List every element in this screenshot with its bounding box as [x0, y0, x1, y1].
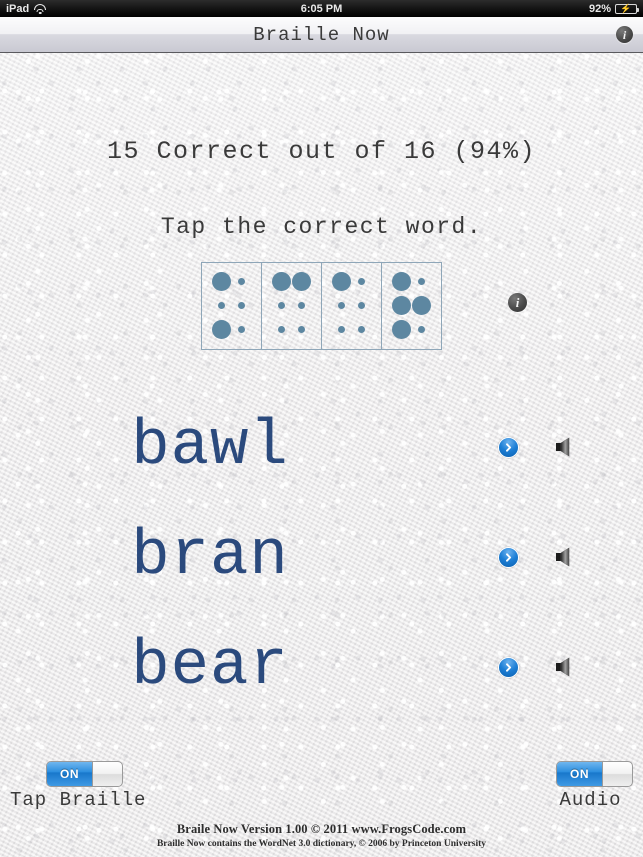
status-bar-center: 6:05 PM [0, 0, 643, 17]
braille-cell[interactable] [261, 262, 322, 350]
braille-cell-group[interactable] [201, 262, 442, 350]
speaker-icon[interactable] [555, 657, 579, 677]
word-choice-button[interactable]: bran [0, 525, 420, 589]
app-title: Braille Now [253, 23, 390, 46]
braille-dot-5 [358, 301, 366, 309]
tap-braille-toggle-state: ON [47, 762, 92, 786]
audio-label: Audio [559, 789, 622, 811]
score-text: 15 Correct out of 16 (94%) [106, 137, 537, 166]
braille-cell[interactable] [321, 262, 382, 350]
toggle-knob[interactable] [602, 762, 632, 786]
tap-braille-toggle[interactable]: ON [46, 761, 123, 787]
braille-info-button[interactable]: i [508, 293, 527, 312]
braille-dot-3 [211, 319, 231, 339]
braille-dot-1 [391, 271, 411, 291]
speaker-icon[interactable] [555, 437, 579, 457]
braille-dot-4 [238, 277, 246, 285]
braille-dot-2 [337, 301, 345, 309]
clock: 6:05 PM [300, 2, 343, 15]
title-bar: Braille Now i [0, 17, 643, 53]
braille-dot-1 [271, 271, 291, 291]
speaker-icon[interactable] [555, 547, 579, 567]
audio-toggle[interactable]: ON [556, 761, 633, 787]
main-content: 15 Correct out of 16 (94%) Tap the corre… [0, 137, 643, 722]
braille-dot-6 [358, 325, 366, 333]
braille-dot-4 [292, 271, 312, 291]
braille-dot-6 [238, 325, 246, 333]
status-bar-right: 92% ⚡ [588, 2, 639, 15]
braille-dot-4 [418, 277, 426, 285]
wifi-icon [34, 3, 47, 14]
word-choice-button[interactable]: bear [0, 635, 420, 699]
footer: Braile Now Version 1.00 © 2011 www.Frogs… [0, 822, 643, 849]
tap-braille-label: Tap Braille [10, 789, 147, 811]
word-choice-list: bawl bran bear [0, 392, 643, 722]
navbar-info-button[interactable]: i [616, 26, 633, 44]
braille-cell[interactable] [201, 262, 262, 350]
braille-dot-1 [331, 271, 351, 291]
toggle-knob[interactable] [92, 762, 122, 786]
app-root: iPad 6:05 PM 92% ⚡ Braille Now i 15 Corr… [0, 0, 643, 857]
braille-dot-5 [412, 295, 432, 315]
tap-braille-control: ON Tap Braille [10, 761, 146, 811]
footer-dictionary-line: Braille Now contains the WordNet 3.0 dic… [156, 839, 487, 849]
battery-percent: 92% [588, 2, 611, 15]
device-name: iPad [6, 2, 30, 15]
battery-charging-icon: ⚡ [615, 3, 639, 14]
braille-dot-5 [298, 301, 306, 309]
braille-dot-5 [238, 301, 246, 309]
chevron-right-icon[interactable] [498, 436, 519, 458]
braille-question: i [0, 262, 643, 350]
braille-dot-6 [298, 325, 306, 333]
word-choice-row: bear [0, 612, 643, 722]
info-icon: i [508, 293, 527, 312]
braille-cell[interactable] [381, 262, 442, 350]
braille-dot-3 [337, 325, 345, 333]
braille-dot-2 [391, 295, 411, 315]
status-bar-left: iPad [6, 2, 47, 15]
braille-dot-1 [211, 271, 231, 291]
braille-dot-3 [391, 319, 411, 339]
audio-control: ON Audio [548, 761, 633, 811]
braille-dot-2 [277, 301, 285, 309]
word-choice-button[interactable]: bawl [0, 415, 420, 479]
word-choice-row: bawl [0, 392, 643, 502]
prompt-text: Tap the correct word. [160, 214, 483, 240]
braille-dot-4 [358, 277, 366, 285]
chevron-right-icon[interactable] [498, 656, 519, 678]
braille-dot-6 [418, 325, 426, 333]
audio-toggle-state: ON [557, 762, 602, 786]
chevron-right-icon[interactable] [498, 546, 519, 568]
status-bar: iPad 6:05 PM 92% ⚡ [0, 0, 643, 17]
braille-dot-3 [277, 325, 285, 333]
braille-dot-2 [217, 301, 225, 309]
info-icon: i [616, 26, 633, 43]
footer-version-line: Braile Now Version 1.00 © 2011 www.Frogs… [176, 822, 467, 836]
word-choice-row: bran [0, 502, 643, 612]
